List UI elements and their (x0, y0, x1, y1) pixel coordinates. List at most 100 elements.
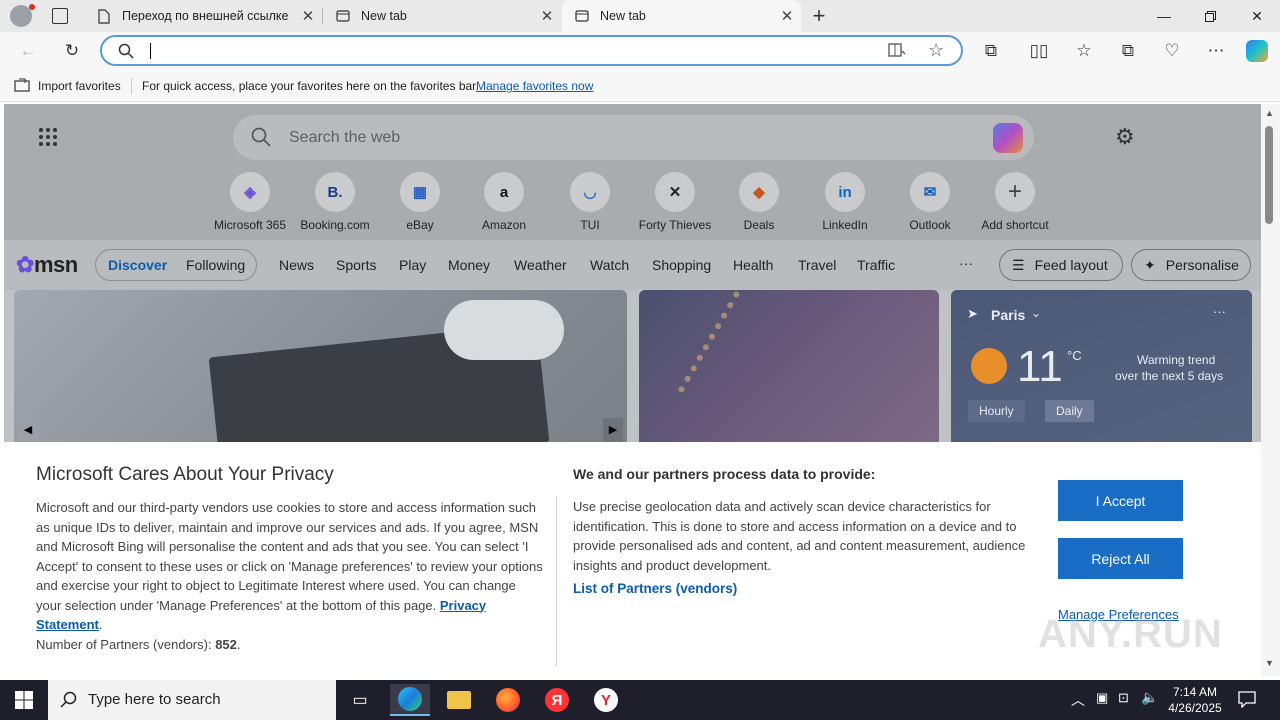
web-search-box[interactable]: Search the web (233, 115, 1034, 160)
news-card-medical[interactable]: ◀ ▶ (14, 290, 627, 442)
task-view-icon[interactable]: ▭ (340, 684, 380, 716)
scroll-down-icon[interactable]: ▼ (1265, 658, 1274, 668)
yandex-icon[interactable]: Я (537, 684, 577, 716)
nav-weather[interactable]: Weather (514, 257, 567, 273)
discover-tab[interactable]: Discover (108, 257, 167, 273)
nav-news[interactable]: News (279, 257, 314, 273)
address-bar[interactable]: ☆ (100, 35, 963, 66)
quick-link-ebay[interactable]: ▦ eBay (375, 172, 465, 232)
performance-icon[interactable]: ♡ (1159, 38, 1185, 64)
nav-play[interactable]: Play (399, 257, 426, 273)
tab-external-link[interactable]: Переход по внешней ссылке ✕ (84, 0, 322, 32)
quick-link-linkedin[interactable]: in LinkedIn (800, 172, 890, 232)
windows-taskbar: Type here to search ▭ Я Y ︿ ▣ ⊡ 🔈 7:14 A… (0, 680, 1280, 720)
import-favorites-button[interactable]: Import favorites (38, 79, 121, 93)
following-tab[interactable]: Following (186, 257, 245, 273)
extensions-icon[interactable]: ⧉ (978, 38, 1004, 64)
close-tab-icon[interactable]: ✕ (773, 7, 801, 25)
weather-more-icon[interactable]: ··· (1213, 304, 1226, 319)
reject-all-button[interactable]: Reject All (1058, 538, 1183, 579)
quick-link-microsoft365[interactable]: ◈ Microsoft 365 (205, 172, 295, 232)
tray-chevron-up-icon[interactable]: ︿ (1071, 690, 1085, 710)
network-icon[interactable]: ⊡ (1118, 690, 1129, 706)
scroll-up-icon[interactable]: ▲ (1265, 108, 1274, 118)
carousel-next-icon[interactable]: ▶ (603, 418, 623, 442)
back-icon[interactable]: ← (15, 38, 41, 64)
quick-link-label: LinkedIn (822, 218, 868, 232)
favorite-star-icon[interactable]: ☆ (928, 40, 944, 61)
firefox-icon[interactable] (488, 684, 528, 716)
manage-favorites-link[interactable]: Manage favorites now (476, 79, 593, 93)
hourly-tab[interactable]: Hourly (968, 400, 1025, 422)
page-scrollbar[interactable]: ▲ ▼ (1261, 104, 1280, 676)
quick-link-booking[interactable]: B. Booking.com (290, 172, 380, 232)
new-tab-button[interactable]: + (808, 3, 830, 29)
close-tab-icon[interactable]: ✕ (294, 7, 322, 25)
quick-link-tui[interactable]: ◡ TUI (545, 172, 635, 232)
more-menu-icon[interactable]: ⋯ (1203, 38, 1229, 64)
nav-traffic[interactable]: Traffic (857, 257, 895, 273)
collections-icon[interactable]: ⧉ (1115, 38, 1141, 64)
amazon-icon: a (484, 172, 524, 212)
list-of-partners-link[interactable]: List of Partners (vendors) (573, 581, 737, 596)
nav-health[interactable]: Health (733, 257, 773, 273)
forty-thieves-icon: ✕ (655, 172, 695, 212)
weather-card[interactable]: ➤ Paris ⌄ ··· 11 °C Warming trend over t… (951, 290, 1252, 442)
refresh-icon[interactable]: ↻ (59, 38, 85, 64)
import-favorites-icon[interactable] (14, 78, 30, 95)
feed-layout-label: Feed layout (1034, 257, 1108, 273)
clock-time: 7:14 AM (1172, 685, 1218, 699)
edge-taskbar-icon[interactable] (390, 684, 430, 716)
file-explorer-icon[interactable] (439, 684, 479, 716)
quick-link-amazon[interactable]: a Amazon (459, 172, 549, 232)
nav-shopping[interactable]: Shopping (652, 257, 711, 273)
yandex-browser-icon[interactable]: Y (586, 684, 626, 716)
notifications-icon[interactable] (1238, 690, 1256, 713)
chevron-down-icon[interactable]: ⌄ (1031, 306, 1041, 320)
minimize-icon[interactable]: — (1141, 0, 1187, 32)
quick-link-forty-thieves[interactable]: ✕ Forty Thieves (630, 172, 720, 232)
partners-end: . (236, 636, 241, 652)
close-window-icon[interactable]: ✕ (1234, 0, 1280, 32)
nav-travel[interactable]: Travel (798, 257, 836, 273)
carousel-prev-icon[interactable]: ◀ (18, 418, 38, 442)
favorites-hint: For quick access, place your favorites h… (142, 79, 479, 93)
scroll-thumb[interactable] (1265, 126, 1273, 224)
tab-actions-icon[interactable] (52, 8, 68, 24)
news-card-dna[interactable] (639, 290, 939, 442)
favorites-icon[interactable]: ☆ (1071, 38, 1097, 64)
apps-grid-icon[interactable] (38, 127, 58, 152)
restore-icon[interactable] (1187, 0, 1233, 32)
quick-link-outlook[interactable]: ✉ Outlook (885, 172, 975, 232)
taskbar-search-box[interactable]: Type here to search (48, 680, 336, 720)
profile-avatar[interactable] (10, 4, 35, 27)
weather-city[interactable]: Paris (991, 307, 1025, 323)
personalise-icon: ✦ (1144, 256, 1156, 273)
close-tab-icon[interactable]: ✕ (533, 7, 561, 25)
data-purposes-title: We and our partners process data to prov… (573, 466, 876, 482)
accept-button[interactable]: I Accept (1058, 480, 1183, 521)
tab-label: New tab (600, 9, 646, 23)
feed-layout-button[interactable]: ☰ Feed layout (999, 249, 1123, 281)
quick-link-deals[interactable]: ◆ Deals (714, 172, 804, 232)
nav-sports[interactable]: Sports (336, 257, 376, 273)
msn-logo[interactable]: ✿msn (16, 252, 78, 278)
taskbar-clock[interactable]: 7:14 AM 4/26/2025 (1164, 684, 1226, 716)
nav-more-icon[interactable]: ··· (959, 255, 973, 271)
add-shortcut-button[interactable]: + Add shortcut (970, 172, 1060, 232)
tab-new-tab-active[interactable]: New tab ✕ (562, 0, 801, 32)
msn-nav-bar: ✿msn Discover Following News Sports Play… (4, 240, 1261, 290)
tray-device-icon[interactable]: ▣ (1096, 690, 1108, 706)
copilot-icon[interactable] (1244, 38, 1270, 64)
tab-new-tab-1[interactable]: New tab ✕ (323, 0, 561, 32)
windows-start-icon[interactable] (15, 691, 33, 714)
personalise-button[interactable]: ✦ Personalise (1131, 249, 1251, 281)
nav-watch[interactable]: Watch (590, 257, 629, 273)
volume-icon[interactable]: 🔈 (1141, 689, 1158, 706)
split-screen-icon[interactable]: ▯▯ (1026, 38, 1052, 64)
copilot-search-icon[interactable] (993, 123, 1023, 153)
daily-tab[interactable]: Daily (1045, 400, 1094, 422)
immersive-reader-icon[interactable] (888, 42, 906, 63)
nav-money[interactable]: Money (448, 257, 490, 273)
settings-gear-icon[interactable]: ⚙ (1115, 124, 1135, 150)
